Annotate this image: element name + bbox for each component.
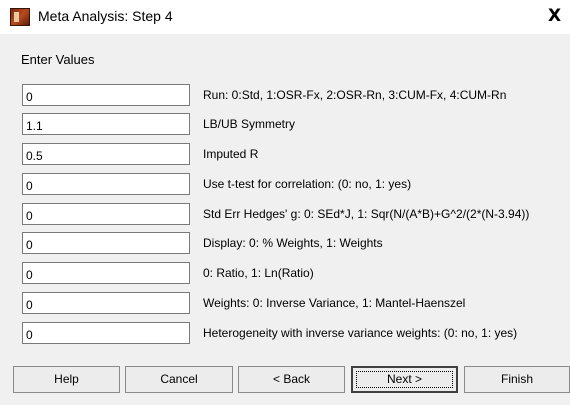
next-button[interactable]: Next > (351, 366, 458, 393)
t-test-label: Use t-test for correlation: (0: no, 1: y… (203, 177, 412, 191)
close-button[interactable]: X (548, 4, 570, 28)
heterogeneity-label: Heterogeneity with inverse variance weig… (203, 326, 518, 340)
cancel-button-label: Cancel (160, 372, 198, 386)
std-err-hedges-label: Std Err Hedges' g: 0: SEd*J, 1: Sqr(N/(A… (203, 207, 530, 221)
symmetry-field[interactable] (22, 113, 190, 135)
ratio-field[interactable] (22, 262, 190, 284)
weights-method-field[interactable] (22, 292, 190, 314)
help-button-label: Help (54, 372, 79, 386)
finish-button-label: Finish (500, 372, 533, 386)
run-mode-field[interactable] (22, 84, 190, 106)
window-title: Meta Analysis: Step 4 (38, 8, 173, 24)
ratio-label: 0: Ratio, 1: Ln(Ratio) (203, 266, 314, 280)
weights-method-label: Weights: 0: Inverse Variance, 1: Mantel-… (203, 296, 466, 310)
t-test-field[interactable] (22, 173, 190, 195)
imputed-r-field[interactable] (22, 143, 190, 165)
help-button[interactable]: Help (13, 366, 120, 393)
title-bar[interactable]: Meta Analysis: Step 4 X (0, 0, 570, 34)
display-weights-label: Display: 0: % Weights, 1: Weights (203, 236, 383, 250)
enter-values-label: Enter Values (21, 52, 95, 67)
dialog-window: Meta Analysis: Step 4 X Enter Values Run… (0, 0, 570, 405)
imputed-r-label: Imputed R (203, 147, 259, 161)
finish-button[interactable]: Finish (464, 366, 570, 393)
display-weights-field[interactable] (22, 232, 190, 254)
back-button[interactable]: < Back (238, 366, 345, 393)
heterogeneity-field[interactable] (22, 322, 190, 344)
std-err-hedges-field[interactable] (22, 203, 190, 225)
run-mode-label: Run: 0:Std, 1:OSR-Fx, 2:OSR-Rn, 3:CUM-Fx… (203, 88, 507, 102)
cancel-button[interactable]: Cancel (125, 366, 233, 393)
app-icon (10, 8, 30, 26)
back-button-label: < Back (272, 372, 311, 386)
next-button-label: Next > (386, 372, 422, 386)
symmetry-label: LB/UB Symmetry (203, 117, 296, 131)
